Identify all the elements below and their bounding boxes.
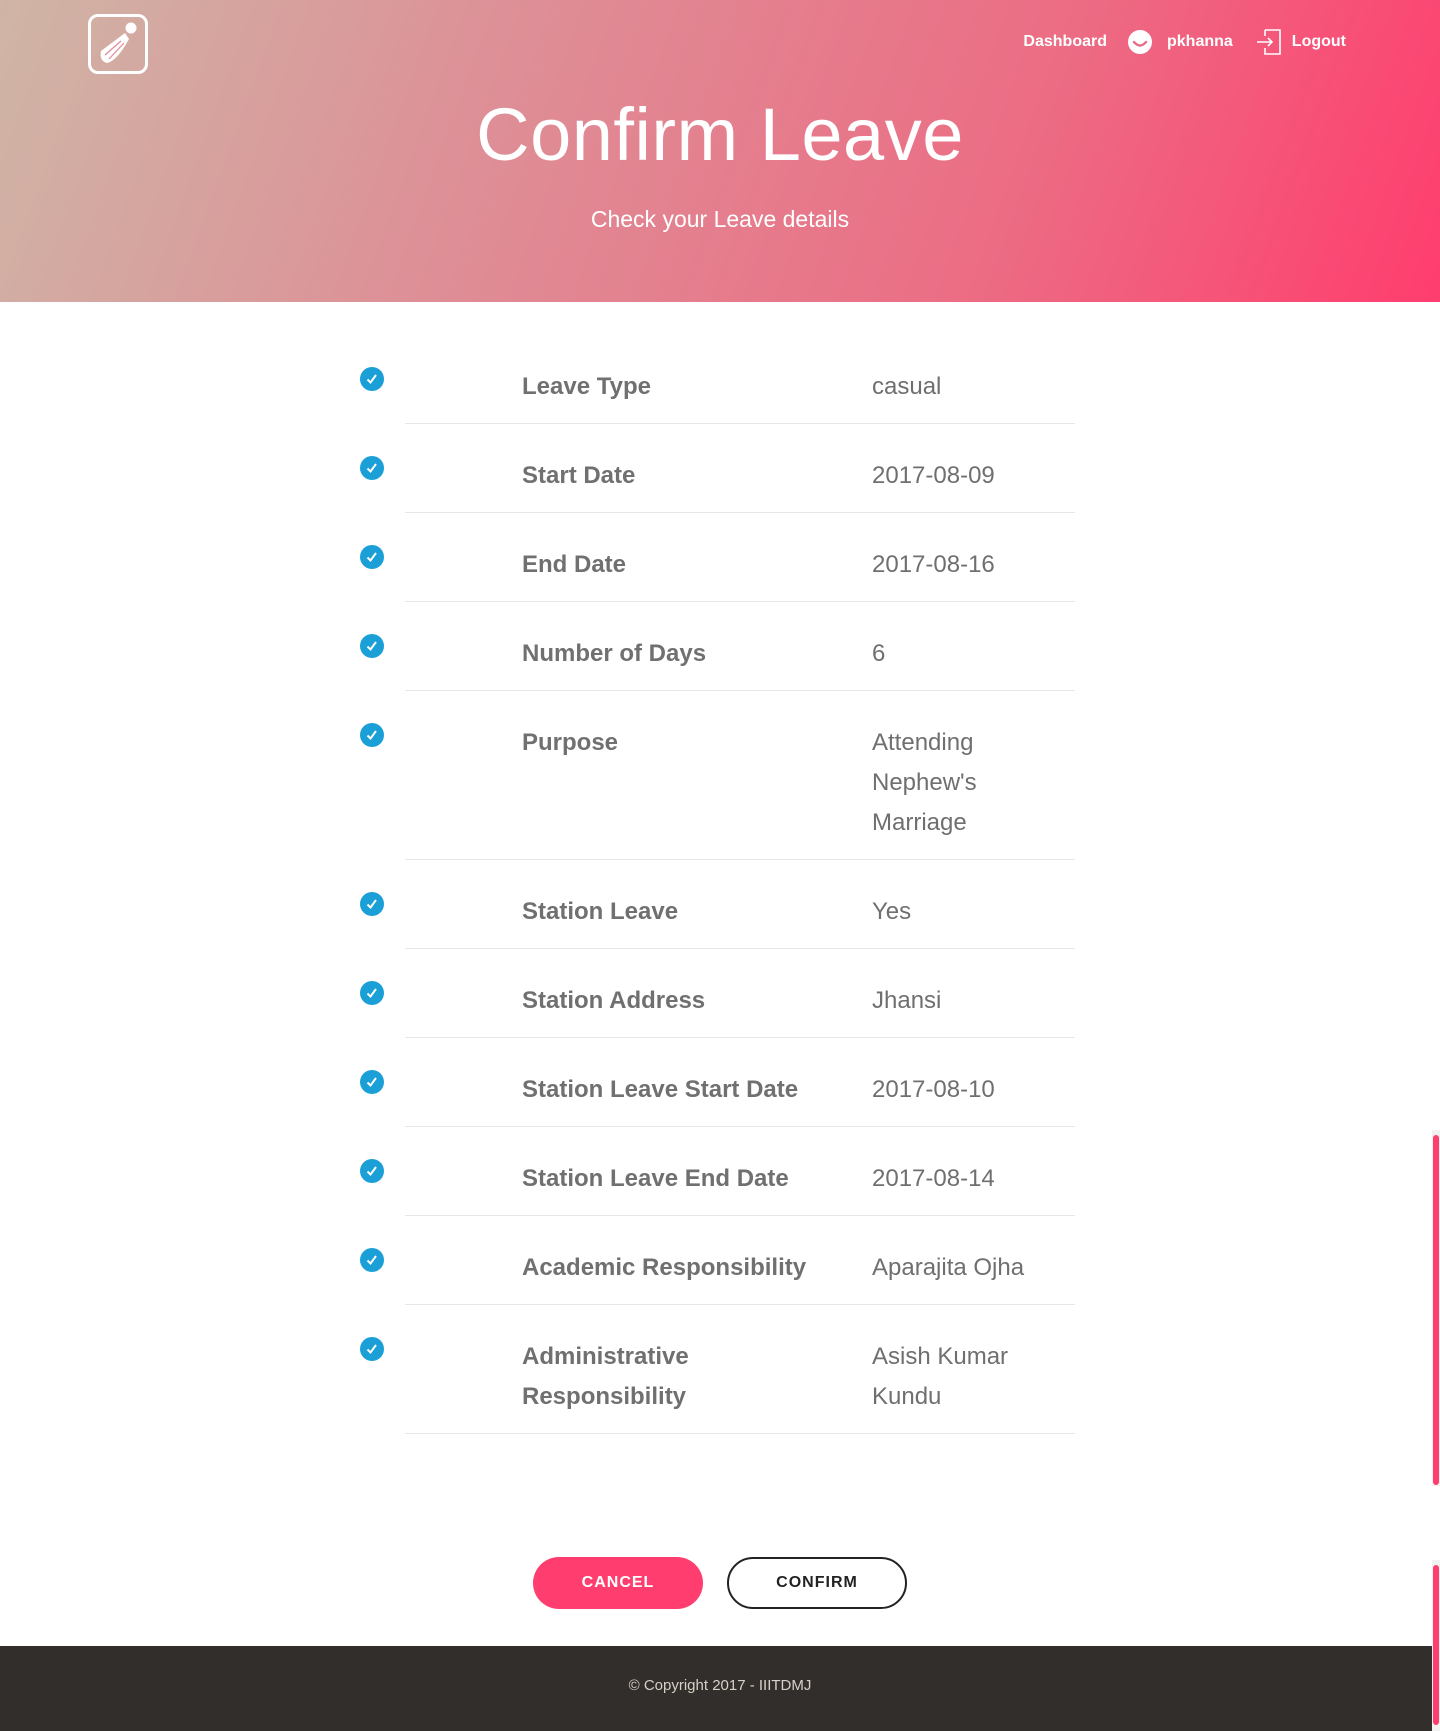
detail-label: Start Date — [522, 462, 636, 489]
detail-label: Academic Responsibility — [522, 1254, 807, 1281]
detail-row-number-of-days: Number of Days 6 — [0, 602, 1440, 691]
shuttlecock-icon — [100, 22, 137, 63]
detail-value: 2017-08-09 — [872, 462, 995, 489]
detail-value: 6 — [872, 640, 886, 667]
detail-row-purpose: Purpose Attending Nephew's Marriage — [0, 691, 1440, 860]
smiley-icon — [1128, 30, 1152, 54]
detail-label: Number of Days — [522, 640, 707, 667]
logout-label[interactable]: Logout — [1292, 33, 1346, 51]
check-circle-icon — [360, 981, 384, 1005]
user-menu[interactable]: pkhanna — [1127, 29, 1233, 55]
detail-value: 2017-08-10 — [872, 1076, 995, 1103]
detail-value: Asish Kumar Kundu — [872, 1343, 1009, 1410]
check-circle-icon — [360, 1248, 384, 1272]
detail-row-station-leave: Station Leave Yes — [0, 860, 1440, 949]
detail-value: Jhansi — [872, 987, 942, 1014]
app-logo[interactable] — [88, 14, 148, 74]
detail-label: End Date — [522, 551, 627, 578]
logout-button[interactable]: Logout — [1255, 28, 1346, 56]
cancel-button[interactable]: CANCEL — [533, 1557, 703, 1609]
check-circle-icon — [360, 892, 384, 916]
detail-row-leave-type: Leave Type casual — [0, 335, 1440, 424]
detail-row-end-date: End Date 2017-08-16 — [0, 513, 1440, 602]
confirm-button[interactable]: CONFIRM — [727, 1557, 907, 1609]
check-circle-icon — [360, 634, 384, 658]
leave-details-list: Leave Type casual Start Date 2017-08-09 … — [0, 335, 1440, 1434]
detail-label: Station Leave — [522, 898, 679, 925]
detail-row-station-address: Station Address Jhansi — [0, 949, 1440, 1038]
header-banner: Dashboard pkhanna Logout Confirm Leave C… — [0, 0, 1440, 302]
detail-value: Attending Nephew's Marriage — [872, 729, 977, 836]
check-circle-icon — [360, 1159, 384, 1183]
detail-label: Leave Type — [522, 373, 651, 400]
check-circle-icon — [360, 545, 384, 569]
detail-row-station-leave-start-date: Station Leave Start Date 2017-08-10 — [0, 1038, 1440, 1127]
detail-label: Purpose — [522, 729, 619, 756]
detail-row-administrative-responsibility: Administrative Responsibility Asish Kuma… — [0, 1305, 1440, 1434]
detail-label: Station Address — [522, 987, 706, 1014]
detail-label: Station Leave End Date — [522, 1165, 789, 1192]
detail-label: Administrative Responsibility — [522, 1343, 689, 1410]
check-circle-icon — [360, 1337, 384, 1361]
detail-value: casual — [872, 373, 942, 400]
detail-value: 2017-08-14 — [872, 1165, 995, 1192]
nav-dashboard-link[interactable]: Dashboard — [1023, 33, 1107, 51]
page-subtitle: Check your Leave details — [590, 206, 850, 232]
row-divider — [405, 1433, 1075, 1434]
top-nav: Dashboard pkhanna Logout — [1023, 28, 1346, 56]
detail-value: Aparajita Ojha — [872, 1254, 1025, 1281]
scrollbar-thumb[interactable] — [1433, 1565, 1439, 1725]
check-circle-icon — [360, 456, 384, 480]
logout-icon — [1256, 29, 1281, 55]
detail-value: Yes — [872, 898, 912, 925]
username-label[interactable]: pkhanna — [1167, 33, 1233, 51]
check-circle-icon — [360, 367, 384, 391]
check-circle-icon — [360, 723, 384, 747]
copyright-text: © Copyright 2017 - IIITDMJ — [628, 1677, 812, 1694]
page-title: Confirm Leave — [476, 93, 964, 176]
footer: © Copyright 2017 - IIITDMJ — [0, 1646, 1440, 1731]
detail-row-start-date: Start Date 2017-08-09 — [0, 424, 1440, 513]
detail-row-academic-responsibility: Academic Responsibility Aparajita Ojha — [0, 1216, 1440, 1305]
scrollbar-thumb[interactable] — [1433, 1135, 1439, 1485]
check-circle-icon — [360, 1070, 384, 1094]
detail-label: Station Leave Start Date — [522, 1076, 799, 1103]
detail-row-station-leave-end-date: Station Leave End Date 2017-08-14 — [0, 1127, 1440, 1216]
detail-value: 2017-08-16 — [872, 551, 995, 578]
